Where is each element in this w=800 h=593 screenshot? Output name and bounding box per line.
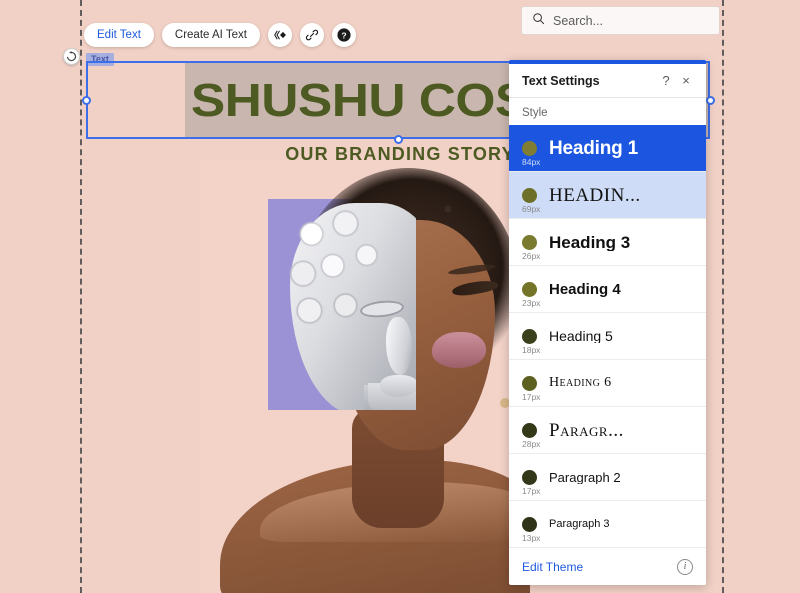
statue-lips — [380, 375, 416, 397]
style-size-label: 23px — [522, 298, 541, 308]
design-editor-screen: SHUSHU COSME OUR BRANDING STORY Text Edi… — [0, 0, 800, 593]
style-size-label: 18px — [522, 345, 541, 355]
resize-handle-right[interactable] — [706, 96, 715, 105]
help-icon[interactable]: ? — [331, 23, 356, 47]
style-color-swatch — [522, 281, 537, 297]
style-size-label: 17px — [522, 392, 541, 402]
search-input[interactable]: Search... — [521, 6, 720, 35]
style-color-swatch — [522, 469, 537, 485]
style-section-label: Style — [522, 107, 548, 119]
style-row[interactable]: Heading 1 84px — [509, 125, 706, 172]
floating-text-toolbar: Edit Text Create AI Text ? — [84, 23, 356, 47]
create-ai-text-button[interactable]: Create AI Text — [161, 23, 260, 47]
style-size-label: 84px — [522, 157, 541, 167]
style-size-label: 26px — [522, 251, 541, 261]
style-name-label: Heading 4 — [549, 281, 621, 297]
style-row[interactable]: Heading 6 17px — [509, 360, 706, 407]
edit-text-button[interactable]: Edit Text — [84, 23, 154, 47]
info-icon[interactable]: i — [677, 558, 693, 575]
help-question-icon[interactable]: ? — [656, 71, 676, 91]
style-row[interactable]: Heading 3 26px — [509, 219, 706, 266]
search-icon — [532, 12, 545, 30]
style-row[interactable]: Paragraph 3 13px — [509, 501, 706, 547]
style-row[interactable]: HEADIN... 69px — [509, 172, 706, 219]
svg-text:?: ? — [341, 30, 346, 40]
classical-statue-half — [268, 199, 416, 410]
style-size-label: 13px — [522, 533, 541, 543]
rotate-icon[interactable] — [63, 48, 80, 65]
style-size-label: 17px — [522, 486, 541, 496]
style-color-swatch — [522, 516, 537, 532]
edit-theme-link[interactable]: Edit Theme — [522, 560, 677, 574]
style-size-label: 28px — [522, 439, 541, 449]
panel-footer: Edit Theme i — [509, 547, 706, 585]
text-settings-panel: Text Settings ? × Style Heading 1 84px HEA… — [509, 60, 706, 585]
style-color-swatch — [522, 187, 537, 203]
style-color-swatch — [522, 328, 537, 344]
style-name-label: Paragr... — [549, 420, 624, 440]
panel-title: Text Settings — [522, 73, 600, 88]
animation-icon[interactable] — [267, 23, 292, 47]
close-icon[interactable]: × — [676, 71, 696, 91]
style-name-label: Heading 1 — [549, 138, 638, 158]
style-color-swatch — [522, 375, 537, 391]
statue-nose — [386, 317, 412, 375]
statue-curls — [284, 205, 390, 337]
hero-collage-image[interactable] — [200, 160, 530, 593]
style-size-label: 69px — [522, 204, 541, 214]
style-row[interactable]: Paragr... 28px — [509, 407, 706, 454]
model-lips — [432, 332, 486, 368]
guide-line-left — [80, 0, 82, 593]
resize-handle-bottom[interactable] — [394, 135, 403, 144]
link-icon[interactable] — [299, 23, 324, 47]
style-color-swatch — [522, 140, 537, 156]
style-name-label: HEADIN... — [549, 185, 641, 205]
resize-handle-left[interactable] — [82, 96, 91, 105]
guide-line-right — [722, 0, 724, 593]
style-name-label: Paragraph 3 — [549, 518, 610, 530]
panel-header: Text Settings ? × — [509, 64, 706, 98]
style-name-label: Heading 6 — [549, 376, 612, 390]
style-color-swatch — [522, 422, 537, 438]
text-style-list[interactable]: Heading 1 84px HEADIN... 69px Heading 3 26px H… — [509, 125, 706, 547]
style-name-label: Heading 5 — [549, 329, 613, 343]
search-placeholder: Search... — [553, 13, 604, 28]
style-row[interactable]: Paragraph 2 17px — [509, 454, 706, 501]
style-color-swatch — [522, 234, 537, 250]
style-name-label: Paragraph 2 — [549, 470, 621, 484]
style-row[interactable]: Heading 4 23px — [509, 266, 706, 313]
style-name-label: Heading 3 — [549, 233, 631, 251]
style-row[interactable]: Heading 5 18px — [509, 313, 706, 360]
